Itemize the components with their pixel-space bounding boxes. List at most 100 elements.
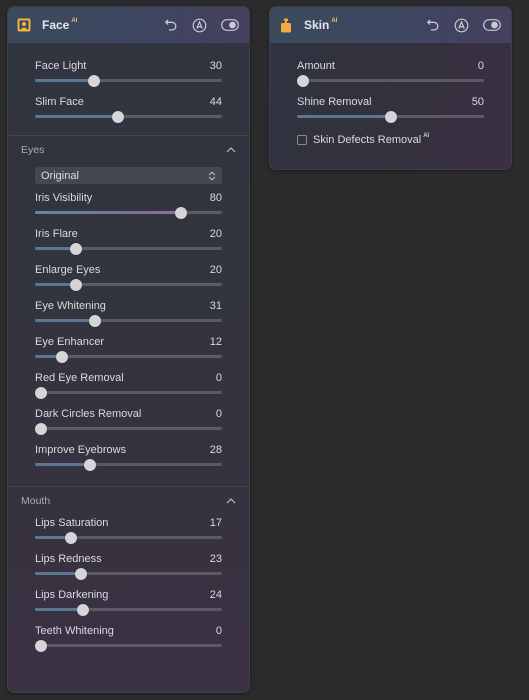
slider-track[interactable] bbox=[35, 74, 222, 87]
slider-thumb[interactable] bbox=[87, 74, 100, 87]
slider-label: Amount bbox=[297, 60, 335, 72]
slider-thumb[interactable] bbox=[76, 603, 89, 616]
slider-shine-removal[interactable]: Shine Removal 50 bbox=[270, 88, 511, 124]
slider-slim-face[interactable]: Slim Face 44 bbox=[8, 88, 249, 124]
slider-fill bbox=[35, 115, 118, 118]
eyes-section: Eyes Original Iris Visibility 80 Iris Flar… bbox=[8, 136, 249, 486]
undo-icon[interactable] bbox=[426, 18, 440, 32]
slider-thumb[interactable] bbox=[70, 278, 82, 291]
slider-value: 0 bbox=[215, 408, 222, 420]
toggle-icon[interactable] bbox=[221, 19, 239, 31]
toggle-icon[interactable] bbox=[483, 19, 501, 31]
face-panel-title: Face bbox=[42, 18, 70, 32]
chevron-up-icon[interactable] bbox=[226, 147, 236, 153]
slider-label: Slim Face bbox=[35, 96, 84, 108]
slider-thumb[interactable] bbox=[75, 567, 88, 580]
face-main-section: Face Light 30 Slim Face 44 bbox=[8, 43, 249, 135]
slider-track[interactable] bbox=[35, 458, 222, 471]
skin-defects-removal-checkbox[interactable] bbox=[297, 135, 307, 145]
eyes-section-header[interactable]: Eyes bbox=[8, 136, 249, 164]
slider-amount[interactable]: Amount 0 bbox=[270, 52, 511, 88]
ai-badge: AI bbox=[71, 18, 78, 24]
slider-iris-flare[interactable]: Iris Flare 20 bbox=[8, 220, 249, 256]
slider-eye-whitening[interactable]: Eye Whitening 31 bbox=[8, 292, 249, 328]
slider-track[interactable] bbox=[35, 278, 222, 291]
slider-thumb[interactable] bbox=[297, 74, 309, 87]
face-panel-header[interactable]: Face AI bbox=[8, 7, 249, 43]
slider-enlarge-eyes[interactable]: Enlarge Eyes 20 bbox=[8, 256, 249, 292]
slider-iris-visibility[interactable]: Iris Visibility 80 bbox=[8, 184, 249, 220]
eyes-preset-select[interactable]: Original bbox=[35, 167, 222, 184]
slider-fill bbox=[35, 283, 73, 286]
slider-value: 0 bbox=[477, 60, 484, 72]
slider-label: Lips Darkening bbox=[35, 589, 109, 601]
slider-fill bbox=[35, 247, 73, 250]
slider-fill bbox=[35, 463, 88, 466]
slider-fill bbox=[35, 79, 92, 82]
slider-thumb[interactable] bbox=[112, 110, 124, 123]
slider-label: Shine Removal bbox=[297, 96, 372, 108]
skin-defects-removal-option[interactable]: Skin Defects Removal AI bbox=[270, 124, 511, 146]
slider-thumb[interactable] bbox=[175, 206, 187, 219]
slider-value: 28 bbox=[209, 444, 222, 456]
slider-track[interactable] bbox=[35, 531, 222, 544]
slider-label: Eye Enhancer bbox=[35, 336, 105, 348]
slider-eye-enhancer[interactable]: Eye Enhancer 12 bbox=[8, 328, 249, 364]
slider-track[interactable] bbox=[35, 314, 222, 327]
slider-teeth-whitening[interactable]: Teeth Whitening 0 bbox=[8, 617, 249, 653]
slider-thumb[interactable] bbox=[55, 350, 68, 363]
slider-thumb[interactable] bbox=[35, 639, 47, 652]
slider-dark-circles-removal[interactable]: Dark Circles Removal 0 bbox=[8, 400, 249, 436]
skin-main-section: Amount 0 Shine Removal 50 Skin Defects Rem… bbox=[270, 43, 511, 146]
slider-thumb[interactable] bbox=[84, 458, 96, 471]
slider-red-eye-removal[interactable]: Red Eye Removal 0 bbox=[8, 364, 249, 400]
slider-value: 80 bbox=[209, 192, 222, 204]
slider-face-light[interactable]: Face Light 30 bbox=[8, 52, 249, 88]
slider-track[interactable] bbox=[35, 386, 222, 399]
slider-label: Improve Eyebrows bbox=[35, 444, 127, 456]
portrait-icon bbox=[17, 18, 31, 32]
slider-improve-eyebrows[interactable]: Improve Eyebrows 28 bbox=[8, 436, 249, 472]
chevron-up-icon[interactable] bbox=[226, 498, 236, 504]
slider-track[interactable] bbox=[35, 603, 222, 616]
select-value: Original bbox=[41, 169, 79, 182]
slider-value: 17 bbox=[209, 517, 222, 529]
slider-track[interactable] bbox=[297, 110, 484, 123]
slider-thumb[interactable] bbox=[384, 110, 397, 123]
slider-thumb[interactable] bbox=[35, 386, 47, 399]
slider-value: 23 bbox=[209, 553, 222, 565]
undo-icon[interactable] bbox=[164, 18, 178, 32]
slider-lips-redness[interactable]: Lips Redness 23 bbox=[8, 545, 249, 581]
slider-track[interactable] bbox=[35, 242, 222, 255]
slider-lips-darkening[interactable]: Lips Darkening 24 bbox=[8, 581, 249, 617]
slider-thumb[interactable] bbox=[35, 422, 47, 435]
slider-label: Lips Saturation bbox=[35, 517, 109, 529]
slider-track[interactable] bbox=[35, 350, 222, 363]
slider-track[interactable] bbox=[35, 422, 222, 435]
skin-panel-header[interactable]: Skin AI bbox=[270, 7, 511, 43]
slider-fill bbox=[297, 115, 391, 118]
slider-fill bbox=[35, 319, 93, 322]
auto-icon[interactable] bbox=[192, 18, 207, 33]
slider-fill bbox=[35, 355, 58, 358]
slider-value: 20 bbox=[209, 264, 222, 276]
slider-thumb[interactable] bbox=[89, 314, 102, 327]
slider-track[interactable] bbox=[35, 567, 222, 580]
slider-label: Teeth Whitening bbox=[35, 625, 114, 637]
slider-fill bbox=[35, 211, 185, 214]
ai-badge: AI bbox=[423, 133, 430, 139]
slider-label: Iris Flare bbox=[35, 228, 78, 240]
slider-thumb[interactable] bbox=[70, 242, 82, 255]
slider-track[interactable] bbox=[35, 110, 222, 123]
slider-track[interactable] bbox=[35, 639, 222, 652]
slider-lips-saturation[interactable]: Lips Saturation 17 bbox=[8, 509, 249, 545]
eyes-section-title: Eyes bbox=[21, 144, 45, 156]
auto-icon[interactable] bbox=[454, 18, 469, 33]
slider-value: 44 bbox=[209, 96, 222, 108]
slider-track[interactable] bbox=[35, 206, 222, 219]
slider-label: Eye Whitening bbox=[35, 300, 106, 312]
slider-fill bbox=[35, 572, 78, 575]
slider-thumb[interactable] bbox=[64, 531, 77, 544]
skin-panel: Skin AI Amount 0 Shine Removal 50 Skin Def… bbox=[269, 6, 512, 170]
slider-track[interactable] bbox=[297, 74, 484, 87]
